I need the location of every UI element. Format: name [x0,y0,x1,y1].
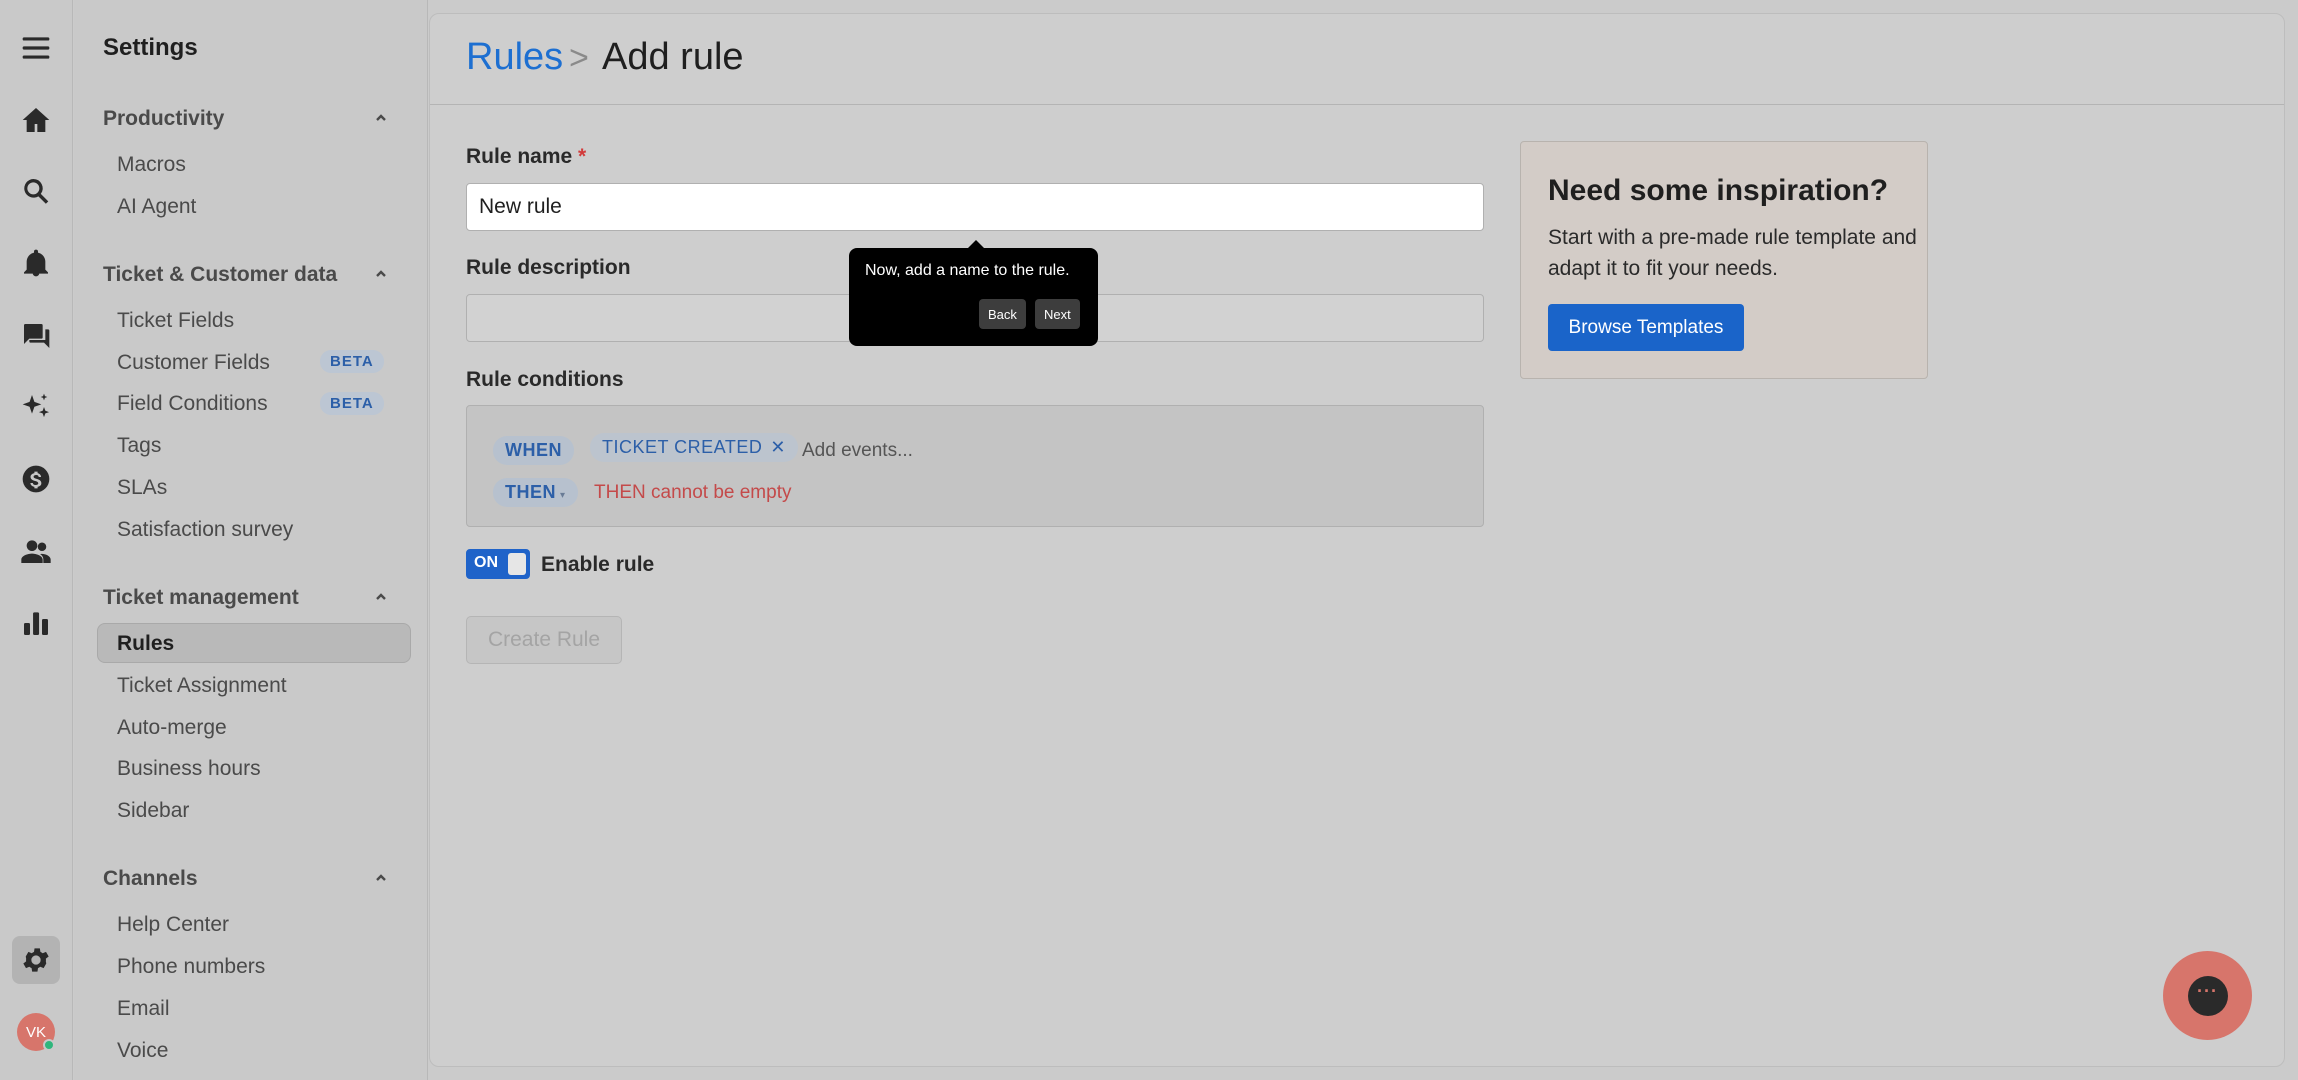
chevron-up-icon[interactable] [374,590,388,604]
then-dropdown[interactable]: THEN ▾ [493,478,578,507]
chevron-up-icon[interactable] [374,267,388,281]
tooltip-back-button[interactable]: Back [979,299,1026,329]
bell-icon[interactable] [18,245,54,281]
search-icon[interactable] [18,173,54,209]
section-ticket-customer-data[interactable]: Ticket & Customer data [103,263,337,287]
required-mark: * [578,145,587,168]
create-rule-button[interactable]: Create Rule [466,616,622,664]
browse-templates-button[interactable]: Browse Templates [1548,304,1744,351]
sidebar-item-customer-fields[interactable]: Customer Fields [117,351,270,375]
enable-rule-label: Enable rule [541,553,655,576]
sidebar-item-rules[interactable]: Rules [117,632,174,656]
rule-name-value: New rule [479,195,562,218]
home-icon[interactable] [18,102,54,138]
users-icon[interactable] [18,533,54,569]
billing-icon[interactable] [18,461,54,497]
chevron-up-icon[interactable] [374,111,388,125]
section-channels[interactable]: Channels [103,867,198,891]
chat-bubble-icon: ··· [2187,975,2228,1016]
sidebar-item-ticket-assignment[interactable]: Ticket Assignment [117,674,287,698]
chat-launcher-button[interactable]: ··· [2163,951,2252,1040]
sidebar-item-ai-agent[interactable]: AI Agent [117,195,196,219]
main-panel: Rules > Add rule Rule name * New rule Ru… [429,13,2285,1067]
event-tag-label: TICKET CREATED [602,437,763,457]
icon-rail: VK [0,0,73,1080]
inspiration-title: Need some inspiration? [1548,174,1889,207]
conversations-icon[interactable] [18,318,54,354]
rule-name-label: Rule name * [466,145,586,169]
sidebar-item-slas[interactable]: SLAs [117,476,167,500]
settings-gear-icon[interactable] [18,942,54,978]
chevron-up-icon[interactable] [374,871,388,885]
rule-description-label: Rule description [466,256,631,279]
inspiration-text: Start with a pre-made rule template and … [1548,226,1917,280]
rule-name-input[interactable]: New rule [466,183,1484,231]
chevron-down-icon: ▾ [560,490,566,501]
beta-badge: BETA [320,350,384,373]
sidebar-item-business-hours[interactable]: Business hours [117,757,261,781]
then-error-message: THEN cannot be empty [594,482,792,503]
beta-badge: BETA [320,392,384,415]
sidebar-item-sidebar[interactable]: Sidebar [117,799,189,823]
sidebar-item-email[interactable]: Email [117,997,170,1021]
tooltip-next-button[interactable]: Next [1035,299,1080,329]
online-status-dot [43,1039,55,1051]
onboarding-tooltip: Now, add a name to the rule. Back Next [849,248,1098,346]
then-label: THEN [505,482,556,502]
page-title: Add rule [602,36,744,78]
tooltip-text: Now, add a name to the rule. [865,262,1070,279]
section-productivity[interactable]: Productivity [103,107,224,131]
sidebar-item-field-conditions[interactable]: Field Conditions [117,392,268,416]
rule-conditions-box: WHEN TICKET CREATED ✕ Add events... THEN ▾… [466,405,1484,527]
sidebar-item-tags[interactable]: Tags [117,434,161,458]
sparkles-icon[interactable] [18,389,54,425]
remove-event-icon[interactable]: ✕ [770,437,786,457]
rule-conditions-label: Rule conditions [466,368,624,391]
inspiration-card: Need some inspiration? Start with a pre-… [1520,141,1928,379]
analytics-icon[interactable] [18,605,54,641]
breadcrumb-separator: > [569,39,589,77]
rule-name-label-text: Rule name [466,145,573,168]
sidebar-item-phone-numbers[interactable]: Phone numbers [117,955,265,979]
enable-rule-toggle[interactable]: ON [466,549,530,579]
when-pill: WHEN [493,436,574,465]
avatar-initials: VK [25,1023,46,1041]
breadcrumb-rules-link[interactable]: Rules [466,36,563,79]
event-tag-ticket-created: TICKET CREATED ✕ [590,433,798,462]
sidebar-item-satisfaction-survey[interactable]: Satisfaction survey [117,518,293,542]
chat-dots: ··· [2197,981,2218,1001]
menu-icon[interactable] [18,30,54,66]
toggle-knob [508,553,526,575]
sidebar-item-voice[interactable]: Voice [117,1039,168,1063]
sidebar-item-auto-merge[interactable]: Auto-merge [117,716,227,740]
sidebar-item-ticket-fields[interactable]: Ticket Fields [117,309,234,333]
toggle-on-label: ON [474,554,498,571]
section-ticket-management[interactable]: Ticket management [103,586,299,610]
settings-sidebar: Settings Productivity Macros AI Agent Ti… [74,0,428,1080]
page-header: Rules > Add rule [430,14,2284,105]
sidebar-item-help-center[interactable]: Help Center [117,913,229,937]
sidebar-item-macros[interactable]: Macros [117,153,186,177]
settings-title: Settings [103,34,198,61]
add-events-input[interactable]: Add events... [802,440,913,462]
